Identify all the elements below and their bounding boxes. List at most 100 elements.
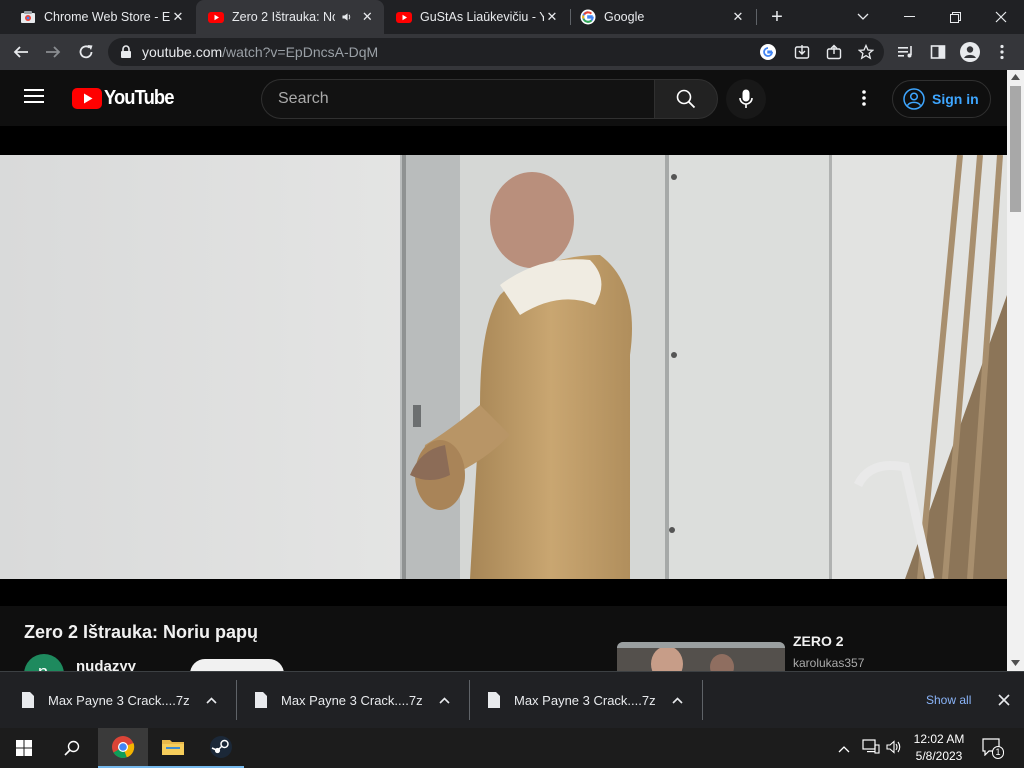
forward-button[interactable] [37, 36, 69, 68]
share-icon[interactable] [826, 44, 842, 60]
install-app-icon[interactable] [794, 44, 810, 60]
download-item[interactable]: Max Payne 3 Crack....7z [237, 672, 469, 728]
taskbar-file-explorer[interactable] [148, 728, 198, 768]
youtube-play-icon [72, 88, 102, 109]
file-icon [488, 692, 500, 708]
chevron-up-icon[interactable] [439, 696, 450, 704]
google-lens-icon[interactable] [760, 44, 776, 60]
youtube-header: YouTube Search Sign in [0, 70, 1007, 126]
tab-search-icon[interactable] [840, 0, 886, 34]
download-item[interactable]: Max Payne 3 Crack....7z [470, 672, 702, 728]
profile-icon[interactable] [954, 36, 986, 68]
scroll-up-icon[interactable] [1011, 74, 1020, 80]
clock-date: 5/8/2023 [915, 749, 963, 763]
close-window-button[interactable] [978, 0, 1024, 34]
windows-logo-icon [16, 740, 32, 756]
tab-zero-2[interactable]: Zero 2 Ištrauka: No ✕ [196, 0, 384, 34]
address-bar[interactable]: youtube.com/watch?v=EpDncsA-DqM [108, 38, 884, 66]
tab-title: GuStAs Liaūkevičiu - Yo [420, 10, 544, 24]
reload-button[interactable] [70, 36, 102, 68]
folder-icon [162, 740, 184, 755]
close-tab-icon[interactable]: ✕ [730, 9, 746, 25]
tab-gustas[interactable]: GuStAs Liaūkevičiu - Yo ✕ [384, 0, 570, 34]
search-input[interactable]: Search [261, 79, 655, 119]
lock-icon[interactable] [120, 45, 132, 59]
hamburger-menu-icon[interactable] [24, 88, 48, 108]
steam-icon [210, 736, 232, 758]
chevron-up-icon[interactable] [206, 696, 217, 704]
scrollbar-thumb[interactable] [1010, 86, 1021, 212]
youtube-logo[interactable]: YouTube [72, 87, 180, 110]
taskbar-search-button[interactable] [48, 728, 96, 768]
video-still-image [0, 155, 1007, 579]
clock-time: 12:02 AM [913, 732, 965, 746]
chrome-web-store-icon [21, 11, 35, 23]
media-control-icon[interactable] [890, 36, 922, 68]
close-tab-icon[interactable]: ✕ [170, 9, 186, 25]
network-icon[interactable] [862, 739, 880, 760]
notification-count: 1 [992, 746, 1004, 759]
url-path: /watch?v=EpDncsA-DqM [222, 44, 379, 60]
notifications-button[interactable]: 1 [982, 738, 1004, 761]
show-all-button[interactable]: Show all [926, 672, 971, 728]
related-video-title[interactable]: ZERO 2 [793, 633, 844, 649]
tab-title: Google [604, 10, 645, 24]
search-placeholder: Search [278, 90, 329, 107]
youtube-icon [396, 12, 412, 23]
logo-text: YouTube [104, 87, 174, 109]
download-shelf: Max Payne 3 Crack....7z Max Payne 3 Crac… [0, 671, 1024, 728]
tab-chrome-web-store[interactable]: Chrome Web Store - Ex ✕ [0, 0, 196, 34]
system-clock[interactable]: 12:02 AM 5/8/2023 [908, 731, 970, 765]
search-icon [64, 740, 80, 756]
taskbar-chrome[interactable] [98, 728, 148, 768]
browser-toolbar: youtube.com/watch?v=EpDncsA-DqM [0, 34, 1024, 70]
file-icon [255, 692, 267, 708]
tab-title: Chrome Web Store - Ex [44, 10, 170, 24]
scroll-down-icon[interactable] [1011, 660, 1020, 666]
close-tab-icon[interactable]: ✕ [544, 9, 560, 25]
windows-taskbar: 12:02 AM 5/8/2023 1 [0, 728, 1024, 768]
file-icon [22, 692, 34, 708]
bookmark-star-icon[interactable] [858, 44, 874, 60]
close-downloads-button[interactable] [998, 672, 1010, 728]
minimize-button[interactable] [886, 0, 932, 34]
google-icon [580, 9, 596, 25]
back-button[interactable] [5, 36, 37, 68]
search-button[interactable] [654, 79, 718, 119]
page-scrollbar[interactable] [1007, 70, 1024, 671]
close-icon [998, 694, 1010, 706]
side-panel-icon[interactable] [922, 36, 954, 68]
related-video-channel[interactable]: karolukas357 [793, 656, 864, 670]
voice-search-button[interactable] [726, 79, 766, 119]
settings-kebab-icon[interactable] [856, 89, 872, 109]
youtube-icon [208, 12, 224, 23]
close-tab-icon[interactable]: ✕ [361, 9, 374, 25]
download-separator [702, 680, 703, 720]
new-tab-button[interactable]: + [755, 0, 799, 34]
tab-google[interactable]: Google ✕ [570, 0, 756, 34]
video-title: Zero 2 Ištrauka: Noriu papų [24, 622, 259, 642]
video-player[interactable] [0, 126, 1007, 606]
search-icon [676, 89, 696, 109]
restore-button[interactable] [932, 0, 978, 34]
show-hidden-icons[interactable] [838, 740, 850, 758]
sign-in-button[interactable]: Sign in [892, 80, 991, 118]
url-host: youtube.com [142, 44, 223, 60]
chrome-menu-icon[interactable] [986, 36, 1018, 68]
download-filename: Max Payne 3 Crack....7z [514, 692, 656, 708]
tab-title: Zero 2 Ištrauka: No [232, 10, 335, 24]
tab-strip: Chrome Web Store - Ex ✕ Zero 2 Ištrauka:… [0, 0, 1024, 34]
microphone-icon [739, 89, 753, 108]
video-details: Zero 2 Ištrauka: Noriu papų n nudazyy ZE… [0, 606, 1007, 694]
speaker-icon[interactable] [341, 10, 353, 24]
chevron-up-icon[interactable] [672, 696, 683, 704]
start-button[interactable] [0, 728, 48, 768]
account-circle-icon [903, 88, 925, 110]
download-item[interactable]: Max Payne 3 Crack....7z [0, 672, 236, 728]
sign-in-label: Sign in [932, 91, 979, 107]
video-frame[interactable] [0, 155, 1007, 579]
taskbar-steam[interactable] [198, 728, 244, 768]
chrome-icon [112, 736, 135, 758]
download-filename: Max Payne 3 Crack....7z [48, 692, 190, 708]
volume-icon[interactable] [886, 739, 902, 760]
